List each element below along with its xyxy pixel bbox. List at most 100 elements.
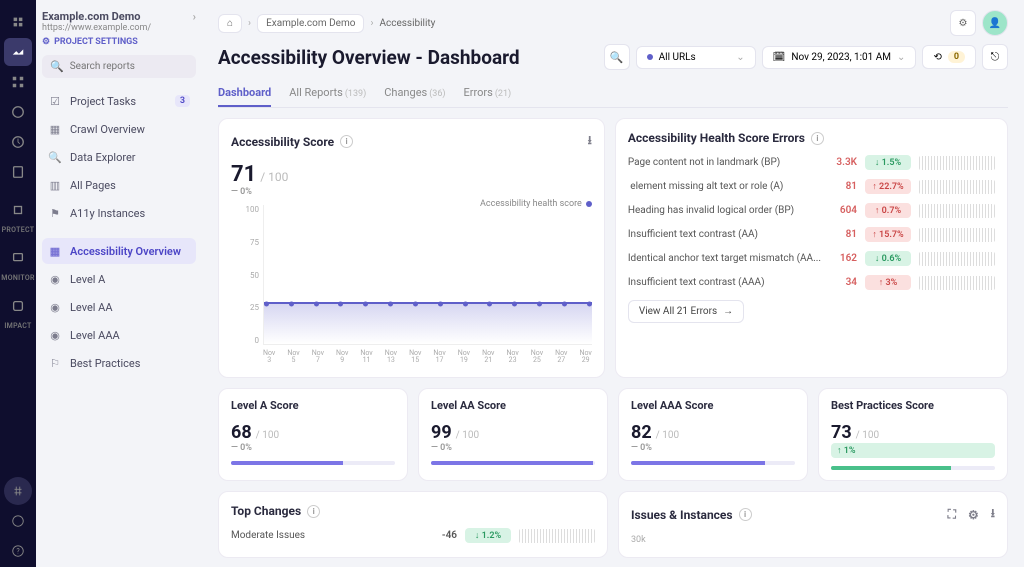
rail-clipboard-icon[interactable] — [4, 158, 32, 186]
error-row[interactable]: Insufficient text contrast (AA) 81 ↑ 15.… — [628, 227, 995, 242]
rail-globe-icon[interactable] — [4, 98, 32, 126]
gear-icon[interactable]: ⚙ — [968, 508, 979, 522]
home-crumb[interactable]: ⌂ — [218, 14, 242, 33]
rail-monitor-icon[interactable] — [4, 244, 32, 272]
sidebar: Example.com Demo › https://www.example.c… — [36, 0, 202, 567]
sidebar-item-accessibility-overview[interactable]: ▦ Accessibility Overview — [42, 238, 196, 264]
card-title: Level AA Score — [431, 399, 506, 412]
error-row[interactable]: Heading has invalid logical order (BP) 6… — [628, 203, 995, 218]
sidebar-item-label: Accessibility Overview — [70, 245, 181, 258]
mini-delta: — 0% — [231, 443, 395, 453]
sidebar-item-label: Project Tasks — [70, 95, 136, 108]
score-delta: — 0% — [231, 187, 592, 197]
error-value: 34 — [829, 277, 857, 288]
date-filter[interactable]: 🗓Nov 29, 2023, 1:01 AM⌄ — [762, 46, 917, 69]
info-icon[interactable]: i — [307, 505, 320, 518]
nav-icon: ▦ — [48, 244, 62, 258]
mini-score: 82 — [631, 422, 652, 443]
top-changes-card: Top Changes i Moderate Issues -46 ↓ 1.2% — [218, 491, 608, 558]
sidebar-item-crawl-overview[interactable]: ▦Crawl Overview — [42, 116, 196, 142]
info-icon[interactable]: i — [739, 508, 752, 521]
user-avatar[interactable]: 👤 — [982, 10, 1008, 36]
rail-smile-icon[interactable] — [4, 507, 32, 535]
download-icon[interactable]: ⭳ — [588, 131, 592, 152]
sparkline — [919, 252, 995, 266]
nav-icon: ⚐ — [48, 356, 62, 370]
error-name: Page content not in landmark (BP) — [628, 157, 821, 168]
tab-all-reports[interactable]: All Reports(139) — [289, 80, 366, 107]
sidebar-item-level-aaa[interactable]: ◉Level AAA — [42, 322, 196, 348]
rail-impact-icon[interactable] — [4, 292, 32, 320]
sidebar-item-level-a[interactable]: ◉Level A — [42, 266, 196, 292]
sidebar-item-a11y-instances[interactable]: ⚑A11y Instances — [42, 200, 196, 226]
tab-errors[interactable]: Errors(21) — [464, 80, 512, 107]
scope-filter[interactable]: All URLs⌄ — [636, 46, 756, 69]
error-delta: ↑ 15.7% — [865, 227, 911, 242]
breadcrumb-project[interactable]: Example.com Demo — [257, 14, 364, 33]
chevron-right-icon: › — [193, 10, 196, 23]
rail-clock-icon[interactable] — [4, 128, 32, 156]
expand-icon[interactable]: ⛶ — [948, 507, 956, 522]
health-errors-card: Accessibility Health Score Errors i Page… — [615, 118, 1008, 378]
sparkline — [919, 180, 995, 194]
title-row: Accessibility Overview - Dashboard 🔍 All… — [218, 44, 1008, 70]
sidebar-item-best-practices[interactable]: ⚐ Best Practices — [42, 350, 196, 376]
chevron-down-icon: ⌄ — [897, 52, 905, 63]
dot-icon — [647, 54, 653, 60]
error-value: 604 — [829, 205, 857, 216]
sidebar-item-level-aa[interactable]: ◉Level AA — [42, 294, 196, 320]
mini-delta: ↑ 1% — [831, 443, 995, 458]
card-title: Issues & Instances — [631, 508, 733, 522]
home-icon: ⌂ — [227, 18, 233, 29]
tab-changes[interactable]: Changes(36) — [384, 80, 445, 107]
rail-analyze-icon[interactable] — [4, 38, 32, 66]
project-url: https://www.example.com/ — [42, 23, 196, 33]
gear-icon: ⚙ — [959, 18, 968, 29]
sidebar-item-label: Best Practices — [70, 357, 140, 370]
nav-icon: 🔍 — [48, 150, 62, 164]
gear-icon: ⚙ — [42, 37, 50, 47]
error-name: Heading has invalid logical order (BP) — [628, 205, 821, 216]
sidebar-item-label: Data Explorer — [70, 151, 136, 164]
download-icon[interactable]: ⭳ — [991, 504, 995, 525]
error-row[interactable]: Insufficient text contrast (AAA) 34 ↑ 3% — [628, 275, 995, 290]
tab-dashboard[interactable]: Dashboard — [218, 80, 271, 107]
info-icon[interactable]: i — [811, 132, 824, 145]
project-name[interactable]: Example.com Demo › — [42, 10, 196, 23]
share-icon: ⎋ — [991, 50, 1000, 64]
info-icon[interactable]: i — [340, 135, 353, 148]
refresh-icon: ⟲ — [933, 52, 941, 63]
project-settings-link[interactable]: ⚙ PROJECT SETTINGS — [42, 37, 196, 47]
error-value: 81 — [829, 181, 857, 192]
error-row[interactable]: Page content not in landmark (BP) 3.3K ↓… — [628, 155, 995, 170]
share-button[interactable]: ⎋ — [982, 44, 1008, 70]
settings-button[interactable]: ⚙ — [950, 10, 976, 36]
rail-protect-icon[interactable] — [4, 196, 32, 224]
rail-hash-icon[interactable] — [4, 477, 32, 505]
sidebar-item-data-explorer[interactable]: 🔍 Data Explorer — [42, 144, 196, 170]
view-all-errors-button[interactable]: View All 21 Errors → — [628, 300, 744, 323]
sidebar-item-all-pages[interactable]: ▥All Pages — [42, 172, 196, 198]
search-input[interactable] — [70, 61, 188, 72]
search-reports[interactable]: 🔍 — [42, 55, 196, 78]
nav-icon: ◉ — [48, 328, 62, 342]
error-row[interactable]: Identical anchor text target mismatch (A… — [628, 251, 995, 266]
breadcrumb-current: Accessibility — [379, 18, 435, 29]
page-title: Accessibility Overview - Dashboard — [218, 46, 520, 69]
rail-help-icon[interactable]: ? — [4, 537, 32, 565]
error-delta: ↑ 22.7% — [865, 179, 911, 194]
svg-text:?: ? — [16, 548, 20, 556]
sidebar-item-project-tasks[interactable]: ☑Project Tasks3 — [42, 88, 196, 114]
user-icon: 👤 — [989, 18, 1001, 29]
rail-protect-label: PROTECT — [2, 226, 35, 234]
error-value: 3.3K — [829, 157, 857, 168]
main-content: ⌂ › Example.com Demo › Accessibility ⚙ 👤… — [202, 0, 1024, 567]
card-title: Best Practices Score — [831, 399, 934, 412]
nav-icon: ▦ — [48, 122, 62, 136]
rail-apps-icon[interactable] — [4, 68, 32, 96]
error-delta: ↑ 3% — [865, 275, 911, 290]
refresh-button[interactable]: ⟲0 — [922, 45, 976, 69]
error-row[interactable]: element missing alt text or role (A) 81 … — [628, 179, 995, 194]
search-button[interactable]: 🔍 — [604, 44, 630, 70]
rail-logo-icon[interactable] — [4, 8, 32, 36]
